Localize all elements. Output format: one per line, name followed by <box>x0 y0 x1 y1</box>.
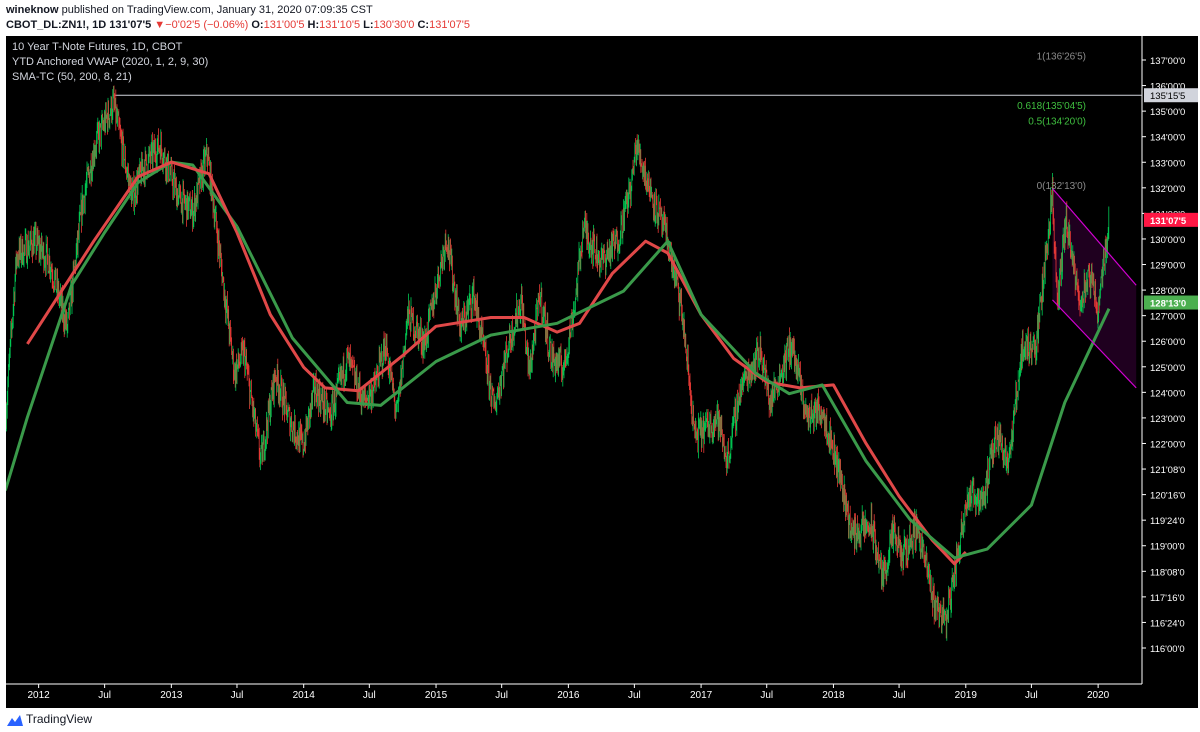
x-tick-label: 2015 <box>425 690 448 701</box>
x-tick-label: 2020 <box>1087 690 1110 701</box>
tradingview-logo-icon <box>7 715 23 726</box>
y-tick-label: 126'00'0 <box>1150 337 1185 348</box>
x-tick-label: 2014 <box>293 690 316 701</box>
y-tick-label: 130'00'0 <box>1150 235 1185 246</box>
y-tick-label: 129'00'0 <box>1150 261 1185 272</box>
close-label: C: <box>417 19 430 31</box>
x-tick-label: 2016 <box>557 690 580 701</box>
y-tick-label: 127'00'0 <box>1150 312 1185 323</box>
y-tick-label: 116'24'0 <box>1150 618 1185 629</box>
y-tick-label: 137'00'0 <box>1150 56 1185 67</box>
chart-title[interactable]: 10 Year T-Note Futures, 1D, CBOT <box>12 40 208 55</box>
y-tick-label: 135'00'0 <box>1150 107 1185 118</box>
x-tick-label: Jul <box>1025 690 1038 701</box>
x-tick-label: 2018 <box>822 690 845 701</box>
x-tick-label: Jul <box>231 690 244 701</box>
x-tick-label: 2019 <box>955 690 978 701</box>
y-tick-label: 132'00'0 <box>1150 184 1185 195</box>
sma-fast-line <box>26 160 967 566</box>
sma-indicator-label[interactable]: SMA-TC (50, 200, 8, 21) <box>12 70 208 85</box>
x-tick-label: Jul <box>98 690 111 701</box>
price-chart[interactable]: 1(136'26'5) 0.618(135'04'5) 0.5(134'20'0) 0… <box>6 36 1198 708</box>
open-label: O: <box>251 19 264 31</box>
y-tick-label: 125'00'0 <box>1150 363 1185 374</box>
fib-level-label: 0.5(134'20'0) <box>1028 116 1086 127</box>
price-badge-label: 128'13'0 <box>1150 299 1186 310</box>
y-tick-label: 121'08'0 <box>1150 465 1185 476</box>
x-tick-label: Jul <box>628 690 641 701</box>
x-tick-label: 2012 <box>28 690 51 701</box>
high-value: 131'10'5 <box>319 19 361 31</box>
symbol-line: CBOT_DL:ZN1!, 1D 131'07'5 ▼−0'02'5 (−0.0… <box>6 19 470 31</box>
x-tick-label: Jul <box>893 690 906 701</box>
y-tick-label: 128'00'0 <box>1150 286 1185 297</box>
publish-line: wineknow published on TradingView.com, J… <box>6 4 373 16</box>
last-price: 131'07'5 <box>109 19 152 31</box>
footer: TradingView <box>0 708 1200 732</box>
y-tick-label: 118'08'0 <box>1150 567 1185 578</box>
vwap-indicator-label[interactable]: YTD Anchored VWAP (2020, 1, 2, 9, 30) <box>12 55 208 70</box>
y-tick-label: 123'00'0 <box>1150 414 1185 425</box>
publish-info: published on TradingView.com, January 31… <box>61 4 373 16</box>
fib-level-label: 0.618(135'04'5) <box>1017 101 1086 112</box>
fib-level-label: 0(132'13'0) <box>1037 181 1086 192</box>
fib-level-label: 1(136'26'5) <box>1037 52 1086 63</box>
chart-legend: 10 Year T-Note Futures, 1D, CBOT YTD Anc… <box>12 40 208 85</box>
chart-area[interactable]: 1(136'26'5) 0.618(135'04'5) 0.5(134'20'0) 0… <box>6 36 1198 708</box>
y-tick-label: 134'00'0 <box>1150 133 1185 144</box>
down-arrow-icon: ▼ <box>154 19 166 31</box>
price-badge-label: 131'07'5 <box>1150 216 1187 227</box>
y-tick-label: 133'00'0 <box>1150 158 1185 169</box>
low-label: L: <box>363 19 374 31</box>
resistance-badge-label: 135'15'5 <box>1150 91 1185 102</box>
y-tick-label: 116'00'0 <box>1150 644 1185 655</box>
x-tick-label: 2013 <box>160 690 183 701</box>
x-tick-label: Jul <box>495 690 508 701</box>
y-tick-label: 119'24'0 <box>1150 516 1185 527</box>
brand-name[interactable]: TradingView <box>26 712 92 726</box>
x-tick-label: 2017 <box>690 690 713 701</box>
y-tick-label: 122'00'0 <box>1150 439 1185 450</box>
sma-slow-line-early <box>6 160 239 491</box>
y-tick-label: 117'16'0 <box>1150 593 1185 604</box>
high-label: H: <box>307 19 320 31</box>
y-tick-label: 124'00'0 <box>1150 388 1185 399</box>
y-tick-label: 120'16'0 <box>1150 491 1185 502</box>
publish-header: wineknow published on TradingView.com, J… <box>0 0 1200 36</box>
close-value: 131'07'5 <box>429 19 470 31</box>
y-tick-label: 119'00'0 <box>1150 542 1185 553</box>
x-tick-label: Jul <box>363 690 376 701</box>
author-name[interactable]: wineknow <box>6 4 59 16</box>
price-change: −0'02'5 (−0.06%) <box>165 19 249 31</box>
low-value: 130'30'0 <box>373 19 415 31</box>
symbol-name[interactable]: CBOT_DL:ZN1!, 1D <box>6 19 106 31</box>
x-tick-label: Jul <box>760 690 773 701</box>
open-value: 131'00'5 <box>263 19 305 31</box>
